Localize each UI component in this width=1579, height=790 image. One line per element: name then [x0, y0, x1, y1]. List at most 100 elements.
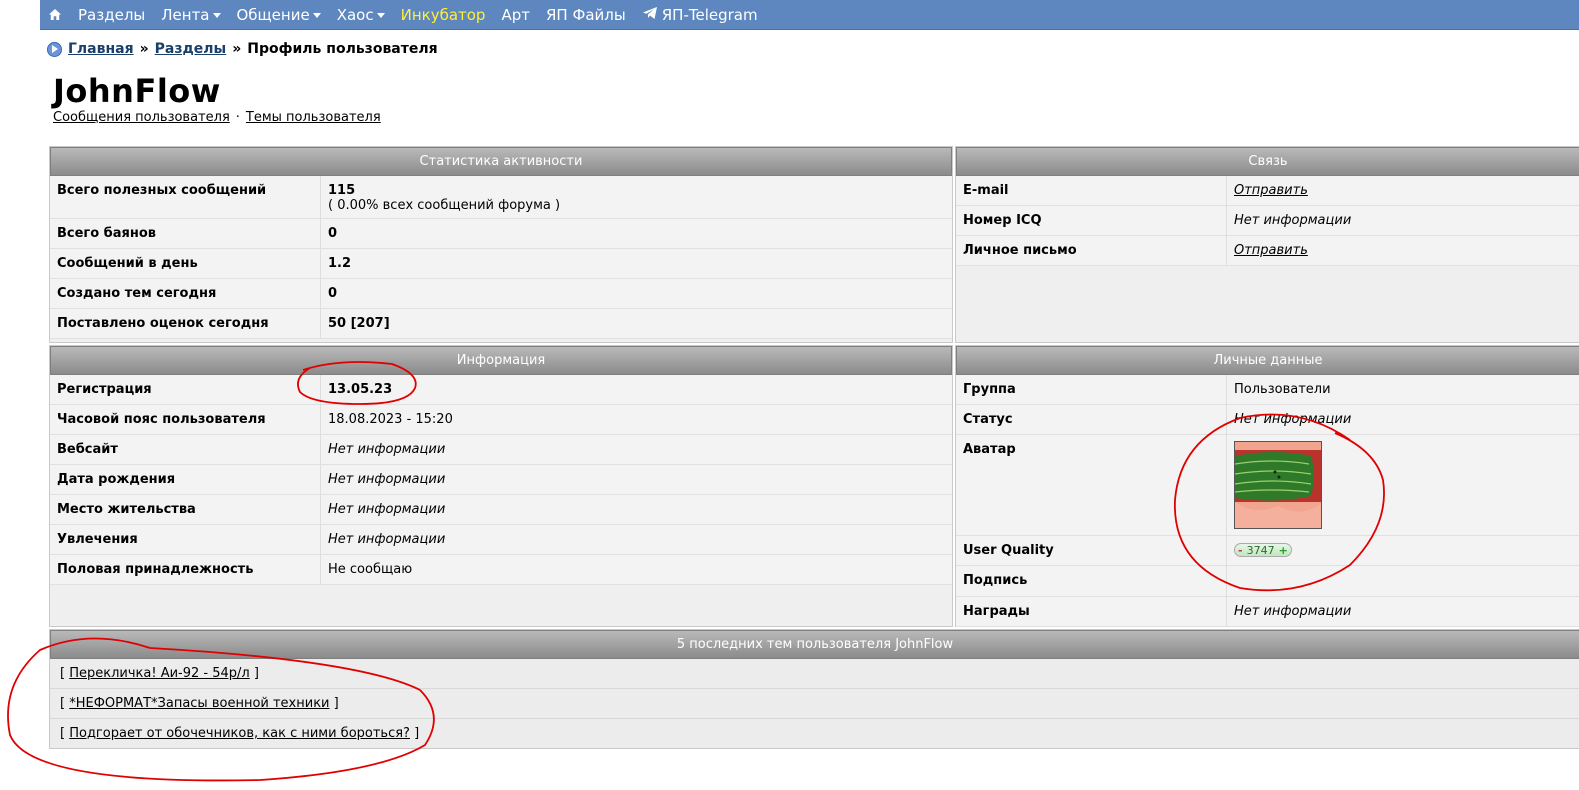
table-row: Награды Нет информации	[956, 597, 1579, 627]
caret-down-icon	[212, 13, 221, 18]
breadcrumb-home-link[interactable]: Главная	[68, 41, 134, 57]
avatar	[1234, 441, 1322, 529]
caret-down-icon	[312, 13, 321, 18]
table-row: Личное письмо Отправить	[956, 236, 1579, 266]
nav-item-telegram[interactable]: ЯП-Telegram	[634, 6, 766, 24]
nav-item-sections[interactable]: Разделы	[70, 6, 153, 24]
list-item: [ Перекличка! Аи-92 - 54р/л ]	[50, 659, 1579, 689]
row-label: Всего полезных сообщений	[50, 176, 321, 218]
table-row: Статус Нет информации	[956, 405, 1579, 435]
row-label: Часовой пояс пользователя	[50, 405, 321, 434]
row-label: Всего баянов	[50, 219, 321, 248]
panel-header: Личные данные	[956, 346, 1579, 375]
bracket: ]	[333, 696, 339, 711]
user-posts-link[interactable]: Сообщения пользователя	[53, 110, 230, 125]
row-value: Пользователи	[1234, 382, 1331, 397]
nav-item-chaos[interactable]: Хаос	[329, 6, 393, 24]
row-label: Группа	[956, 375, 1227, 404]
topic-link[interactable]: Перекличка! Аи-92 - 54р/л	[69, 666, 250, 681]
nav-item-art[interactable]: Арт	[493, 6, 538, 24]
table-row: Вебсайт Нет информации	[50, 435, 952, 465]
row-label: E-mail	[956, 176, 1227, 205]
link-separator: ·	[235, 110, 240, 125]
registration-date: 13.05.23	[328, 382, 393, 397]
row-value: Нет информации	[328, 472, 446, 487]
row-value: Нет информации	[1234, 604, 1352, 619]
nav-label: Хаос	[336, 5, 374, 24]
row-value: Не сообщаю	[328, 562, 413, 577]
page-title: JohnFlow	[53, 72, 221, 110]
row-value: Нет информации	[328, 532, 446, 547]
row-label: Сообщений в день	[50, 249, 321, 278]
breadcrumb-arrow-icon	[47, 41, 62, 57]
table-row: E-mail Отправить	[956, 176, 1579, 206]
row-label: Награды	[956, 597, 1227, 626]
nav-label: ЯП Файлы	[545, 5, 626, 24]
useful-posts-share: ( 0.00% всех сообщений форума )	[328, 198, 561, 213]
table-row: User Quality - 3747 +	[956, 536, 1579, 566]
bracket: ]	[253, 666, 259, 681]
topic-link[interactable]: Подгорает от обочечников, как с ними бор…	[69, 726, 410, 741]
table-row: Место жительства Нет информации	[50, 495, 952, 525]
row-value: 115 ( 0.00% всех сообщений форума )	[321, 176, 567, 218]
row-value: Нет информации	[328, 502, 446, 517]
breadcrumb-separator: »	[232, 41, 242, 57]
bracket: [	[60, 726, 66, 741]
table-row: Номер ICQ Нет информации	[956, 206, 1579, 236]
email-send-link[interactable]: Отправить	[1234, 183, 1308, 198]
row-value: Нет информации	[1234, 213, 1352, 228]
breadcrumb-sections-link[interactable]: Разделы	[155, 41, 227, 57]
row-label: Дата рождения	[50, 465, 321, 494]
plus-vote-button[interactable]: +	[1279, 544, 1288, 557]
list-item: [ *НЕФОРМАТ*Запасы военной техники ]	[50, 689, 1579, 719]
table-row: Аватар	[956, 435, 1579, 536]
user-quality-rating: - 3747 +	[1234, 543, 1292, 557]
user-links: Сообщения пользователя · Темы пользователя	[53, 110, 381, 125]
row-value: 1.2	[328, 256, 352, 271]
nav-label: ЯП-Telegram	[661, 5, 758, 24]
nav-item-communication[interactable]: Общение	[229, 6, 329, 24]
info-panel: Информация Регистрация 13.05.23 Часовой …	[49, 345, 953, 627]
nav-item-incubator[interactable]: Инкубатор	[393, 6, 494, 24]
table-row: Всего полезных сообщений 115 ( 0.00% все…	[50, 176, 952, 219]
table-row: Всего баянов 0	[50, 219, 952, 249]
list-item: [ Подгорает от обочечников, как с ними б…	[50, 719, 1579, 748]
private-message-link[interactable]: Отправить	[1234, 243, 1308, 258]
table-row: Регистрация 13.05.23	[50, 375, 952, 405]
user-topics-link[interactable]: Темы пользователя	[246, 110, 381, 125]
row-label: Поставлено оценок сегодня	[50, 309, 321, 338]
personal-panel: Личные данные Группа Пользователи Статус…	[955, 345, 1579, 627]
row-label: Создано тем сегодня	[50, 279, 321, 308]
minus-vote-button[interactable]: -	[1238, 544, 1243, 557]
panel-header: 5 последних тем пользователя JohnFlow	[50, 630, 1579, 659]
telegram-icon	[642, 6, 658, 24]
row-label: Увлечения	[50, 525, 321, 554]
row-label: Вебсайт	[50, 435, 321, 464]
nav-item-feed[interactable]: Лента	[153, 6, 228, 24]
table-row: Подпись	[956, 566, 1579, 597]
row-value	[1227, 435, 1329, 535]
row-label: Подпись	[956, 566, 1227, 596]
table-row: Поставлено оценок сегодня 50 [207]	[50, 309, 952, 339]
latest-topics-panel: 5 последних тем пользователя JohnFlow [ …	[49, 629, 1579, 749]
topic-link[interactable]: *НЕФОРМАТ*Запасы военной техники	[69, 696, 329, 711]
panel-header: Связь	[956, 147, 1579, 176]
caret-down-icon	[376, 13, 385, 18]
row-value: 0	[328, 226, 338, 241]
breadcrumb-separator: »	[139, 41, 149, 57]
contact-panel: Связь E-mail Отправить Номер ICQ Нет инф…	[955, 146, 1579, 343]
nav-item-files[interactable]: ЯП Файлы	[538, 6, 634, 24]
row-label: Место жительства	[50, 495, 321, 524]
row-value: - 3747 +	[1227, 536, 1299, 565]
bracket: [	[60, 666, 66, 681]
home-icon[interactable]	[40, 8, 70, 21]
nav-label: Инкубатор	[400, 5, 486, 24]
row-value: 50 [207]	[328, 316, 390, 331]
row-label: Половая принадлежность	[50, 555, 321, 584]
useful-posts-count: 115	[328, 183, 356, 198]
bracket: [	[60, 696, 66, 711]
user-quality-value: 3747	[1246, 543, 1275, 557]
table-row: Группа Пользователи	[956, 375, 1579, 405]
nav-label: Арт	[501, 5, 530, 24]
top-navigation: Разделы Лента Общение Хаос Инкубатор Арт…	[40, 0, 1579, 30]
